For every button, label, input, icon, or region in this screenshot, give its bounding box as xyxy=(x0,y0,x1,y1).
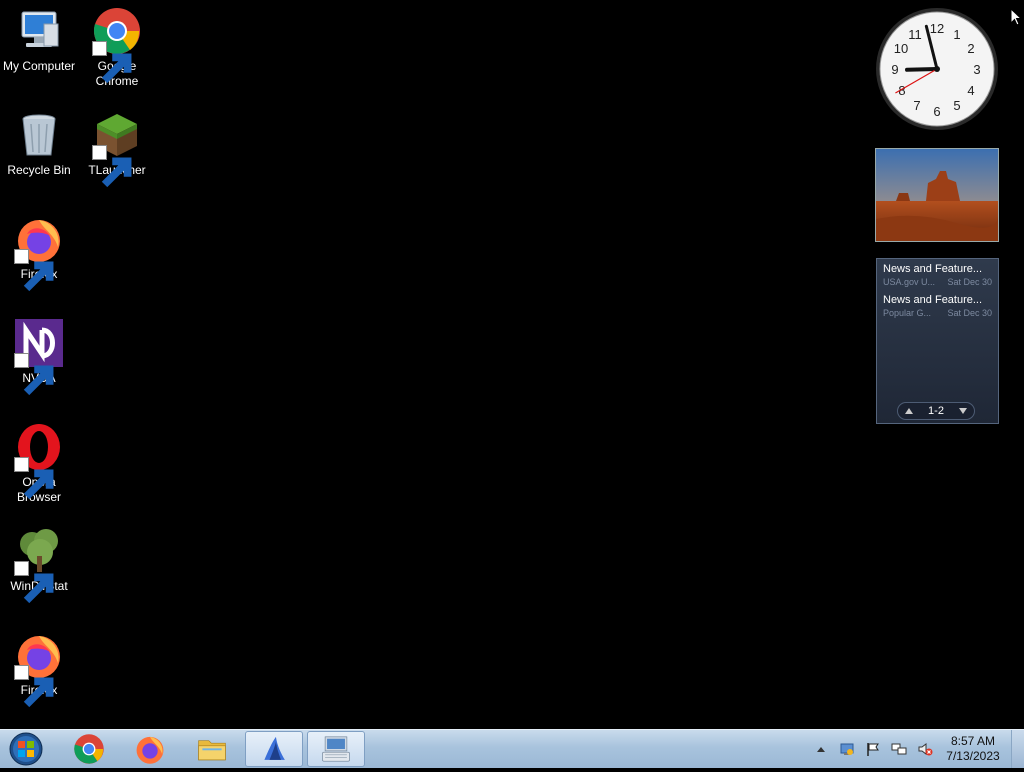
taskbar-date: 7/13/2023 xyxy=(946,749,1000,763)
taskbar-nvda-button[interactable] xyxy=(245,731,303,767)
feed-next-button[interactable] xyxy=(959,408,967,414)
taskbar-chrome-button[interactable] xyxy=(60,731,118,767)
explorer-icon xyxy=(198,740,226,761)
chrome-icon xyxy=(74,734,104,764)
feed-item-date: Sat Dec 30 xyxy=(947,277,992,287)
onscreen-keyboard-icon xyxy=(322,736,350,762)
svg-text:3: 3 xyxy=(973,62,980,77)
svg-text:6: 6 xyxy=(933,104,940,119)
desktop-icon-nvda[interactable]: NVDA xyxy=(1,318,77,396)
svg-text:10: 10 xyxy=(894,41,908,56)
feed-page-indicator: 1-2 xyxy=(928,405,944,417)
network-config-icon[interactable] xyxy=(838,740,856,758)
network-icon[interactable] xyxy=(890,740,908,758)
shortcut-arrow-icon xyxy=(14,353,54,396)
feed-item-source: USA.gov U... xyxy=(883,277,936,287)
show-hidden-icon[interactable] xyxy=(812,740,830,758)
nvda-app-icon xyxy=(264,736,285,760)
desktop-icon-firefox[interactable]: Firefox xyxy=(1,214,77,292)
start-button[interactable] xyxy=(6,731,46,767)
svg-text:7: 7 xyxy=(913,98,920,113)
feed-headlines-gadget[interactable]: News and Feature... USA.gov U... Sat Dec… xyxy=(876,258,999,424)
shortcut-arrow-icon xyxy=(14,665,54,708)
feed-item[interactable]: News and Feature... USA.gov U... Sat Dec… xyxy=(877,259,998,290)
svg-text:1: 1 xyxy=(953,27,960,42)
computer-icon xyxy=(14,6,64,56)
tlauncher-icon xyxy=(92,110,142,188)
svg-text:11: 11 xyxy=(908,27,922,42)
windirstat-icon xyxy=(14,526,64,604)
opera-icon xyxy=(14,422,64,500)
taskbar-clock[interactable]: 8:57 AM 7/13/2023 xyxy=(940,734,1006,764)
shortcut-arrow-icon xyxy=(92,41,132,84)
action-center-flag-icon[interactable] xyxy=(864,740,882,758)
feed-previous-button[interactable] xyxy=(905,408,913,414)
feed-item-date: Sat Dec 30 xyxy=(947,308,992,318)
taskbar-firefox-button[interactable] xyxy=(121,731,179,767)
shortcut-arrow-icon xyxy=(14,457,54,500)
mouse-cursor-icon xyxy=(1010,8,1022,26)
firefox-icon xyxy=(14,630,64,708)
feed-item-title: News and Feature... xyxy=(883,294,983,306)
chrome-icon xyxy=(92,6,142,84)
feed-pager: 1-2 xyxy=(897,402,975,420)
desktop-icon-google-chrome[interactable]: Google Chrome xyxy=(79,6,155,89)
desktop-icon-tlauncher[interactable]: TLauncher xyxy=(79,110,155,188)
taskbar-explorer-button[interactable] xyxy=(183,731,241,767)
desktop-icon-firefox-2[interactable]: Firefox xyxy=(1,630,77,708)
taskbar-time: 8:57 AM xyxy=(950,734,996,748)
shortcut-arrow-icon xyxy=(14,249,54,292)
desktop-icon-label: My Computer xyxy=(2,59,76,73)
svg-text:9: 9 xyxy=(891,62,898,77)
desktop-icon-windirstat[interactable]: WinDirStat xyxy=(1,526,77,604)
desktop-icon-label: Recycle Bin xyxy=(7,163,71,177)
feed-item[interactable]: News and Feature... Popular G... Sat Dec… xyxy=(877,290,998,321)
recycle-bin-icon xyxy=(14,110,64,160)
desktop-icon-opera[interactable]: Opera Browser xyxy=(1,422,77,505)
firefox-icon xyxy=(136,736,164,764)
feed-item-title: News and Feature... xyxy=(883,263,983,275)
volume-muted-icon[interactable] xyxy=(916,740,934,758)
slideshow-image xyxy=(876,149,998,241)
svg-text:5: 5 xyxy=(953,98,960,113)
desktop-icon-my-computer[interactable]: My Computer xyxy=(1,6,77,74)
taskbar-onscreen-keyboard-button[interactable] xyxy=(307,731,365,767)
desktop-icon-recycle-bin[interactable]: Recycle Bin xyxy=(1,110,77,178)
show-desktop-button[interactable] xyxy=(1011,730,1024,768)
slideshow-gadget[interactable] xyxy=(875,148,999,242)
clock-hour-hand xyxy=(905,67,939,72)
svg-text:2: 2 xyxy=(967,41,974,56)
taskbar: 8:57 AM 7/13/2023 xyxy=(0,729,1024,768)
clock-gadget[interactable]: 12 1 2 345 678 9 10 11 xyxy=(874,6,1000,132)
svg-text:4: 4 xyxy=(967,83,974,98)
firefox-icon xyxy=(14,214,64,292)
nvda-icon xyxy=(14,318,64,396)
feed-item-source: Popular G... xyxy=(883,308,932,318)
shortcut-arrow-icon xyxy=(92,145,132,188)
svg-text:12: 12 xyxy=(930,21,944,36)
shortcut-arrow-icon xyxy=(14,561,54,604)
